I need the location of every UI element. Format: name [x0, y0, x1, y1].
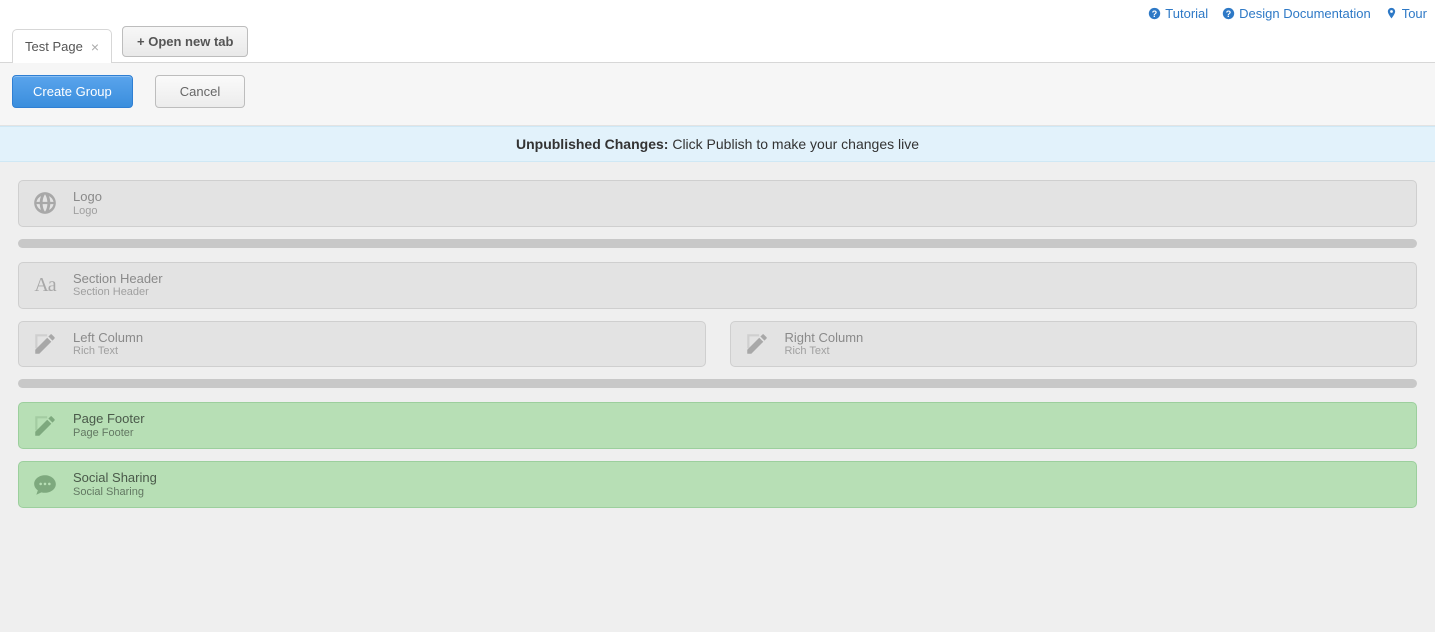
text-aa-icon: Aa [31, 271, 59, 299]
block-subtitle: Rich Text [73, 345, 143, 358]
section-divider[interactable] [18, 239, 1417, 248]
block-labels: Left Column Rich Text [73, 330, 143, 359]
block-title: Page Footer [73, 411, 145, 427]
block-subtitle: Social Sharing [73, 486, 157, 499]
block-subtitle: Rich Text [785, 345, 864, 358]
tab-bar: Test Page × + Open new tab [0, 23, 1435, 63]
block-title: Right Column [785, 330, 864, 346]
block-logo[interactable]: Logo Logo [18, 180, 1417, 227]
create-group-button[interactable]: Create Group [12, 75, 133, 108]
help-icon: ? [1222, 7, 1235, 20]
block-title: Left Column [73, 330, 143, 346]
design-docs-label: Design Documentation [1239, 6, 1371, 21]
tutorial-label: Tutorial [1165, 6, 1208, 21]
block-section-header[interactable]: Aa Section Header Section Header [18, 262, 1417, 309]
block-title: Section Header [73, 271, 163, 287]
tab-test-page[interactable]: Test Page × [12, 29, 112, 63]
block-labels: Social Sharing Social Sharing [73, 470, 157, 499]
tab-label: Test Page [25, 39, 83, 54]
pin-icon [1385, 7, 1398, 20]
block-subtitle: Page Footer [73, 427, 145, 440]
two-column-row: Left Column Rich Text Right Column Rich … [18, 321, 1417, 368]
layout-canvas: Logo Logo Aa Section Header Section Head… [0, 162, 1435, 632]
action-toolbar: Create Group Cancel [0, 63, 1435, 126]
notice-strong: Unpublished Changes: [516, 136, 668, 152]
block-left-column[interactable]: Left Column Rich Text [18, 321, 706, 368]
svg-text:?: ? [1152, 9, 1157, 19]
open-new-tab-button[interactable]: + Open new tab [122, 26, 248, 57]
block-labels: Right Column Rich Text [785, 330, 864, 359]
unpublished-notice: Unpublished Changes: Click Publish to ma… [0, 126, 1435, 162]
block-page-footer[interactable]: Page Footer Page Footer [18, 402, 1417, 449]
tour-link[interactable]: Tour [1385, 6, 1427, 21]
notice-text: Click Publish to make your changes live [672, 136, 919, 152]
design-docs-link[interactable]: ? Design Documentation [1222, 6, 1371, 21]
pencil-square-icon [31, 412, 59, 440]
block-title: Logo [73, 189, 102, 205]
block-right-column[interactable]: Right Column Rich Text [730, 321, 1418, 368]
section-divider[interactable] [18, 379, 1417, 388]
block-labels: Logo Logo [73, 189, 102, 218]
chat-bubble-icon [31, 471, 59, 499]
globe-icon [31, 189, 59, 217]
pencil-square-icon [743, 330, 771, 358]
block-labels: Page Footer Page Footer [73, 411, 145, 440]
block-subtitle: Logo [73, 205, 102, 218]
tutorial-link[interactable]: ? Tutorial [1148, 6, 1208, 21]
block-subtitle: Section Header [73, 286, 163, 299]
help-links: ? Tutorial ? Design Documentation Tour [0, 0, 1435, 23]
cancel-button[interactable]: Cancel [155, 75, 245, 108]
svg-text:?: ? [1226, 9, 1231, 19]
help-icon: ? [1148, 7, 1161, 20]
block-labels: Section Header Section Header [73, 271, 163, 300]
pencil-square-icon [31, 330, 59, 358]
block-social-sharing[interactable]: Social Sharing Social Sharing [18, 461, 1417, 508]
close-icon[interactable]: × [91, 40, 99, 54]
tour-label: Tour [1402, 6, 1427, 21]
block-title: Social Sharing [73, 470, 157, 486]
